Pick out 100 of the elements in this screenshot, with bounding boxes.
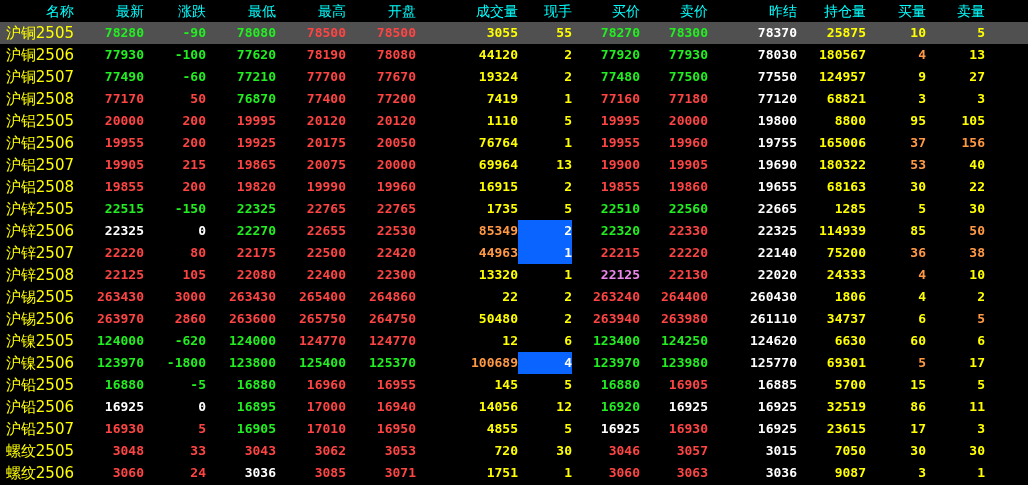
- column-header[interactable]: 卖量: [926, 0, 985, 22]
- table-cell: 77170: [104, 91, 144, 106]
- table-cell: 78500: [306, 25, 346, 40]
- contract-name: 沪铝2508: [5, 178, 74, 196]
- table-cell: 78080: [376, 47, 416, 62]
- table-cell: 3053: [384, 443, 416, 458]
- table-cell: 30: [556, 443, 572, 458]
- table-cell: -5: [190, 377, 206, 392]
- table-cell: 17: [969, 355, 985, 370]
- column-header[interactable]: 最高: [276, 0, 346, 22]
- contract-name: 沪铝2505: [5, 112, 74, 130]
- table-row[interactable]: 沪铜2508 77170 50 76870 77400 77200 7419 1 77160 77180 77120 68821 3 3: [0, 88, 1028, 110]
- table-cell: 4: [918, 47, 926, 62]
- table-row[interactable]: 沪铝2505 20000 200 19995 20120 20120 1110 5 19995 20000 19800 8800 95 105: [0, 110, 1028, 132]
- table-row[interactable]: 沪锌2506 22325 0 22270 22655 22530 85349 2 22320 22330 22325 114939 85 50: [0, 220, 1028, 242]
- table-cell: 77160: [600, 91, 640, 106]
- table-cell: 16960: [306, 377, 346, 392]
- column-header[interactable]: 涨跌: [144, 0, 206, 22]
- table-cell: 20120: [306, 113, 346, 128]
- table-cell: 145: [494, 377, 518, 392]
- column-header[interactable]: 最低: [206, 0, 276, 22]
- table-row[interactable]: 沪铝2507 19905 215 19865 20075 20000 69964 13 19900 19905 19690 180322 53 40: [0, 154, 1028, 176]
- table-cell: 22020: [757, 267, 797, 282]
- table-cell: 19655: [757, 179, 797, 194]
- table-cell: 78300: [668, 25, 708, 40]
- table-cell: -150: [174, 201, 206, 216]
- table-cell: 16950: [376, 421, 416, 436]
- table-cell: 16920: [600, 399, 640, 414]
- column-header[interactable]: 买价: [572, 0, 640, 22]
- table-cell: 6: [918, 311, 926, 326]
- contract-name: 螺纹2505: [5, 442, 74, 460]
- table-cell: 5: [564, 377, 572, 392]
- table-cell: 5700: [834, 377, 866, 392]
- table-cell: 20120: [376, 113, 416, 128]
- table-cell: 19855: [104, 179, 144, 194]
- table-cell: 1: [977, 465, 985, 480]
- table-cell: 78280: [104, 25, 144, 40]
- column-header[interactable]: 卖价: [640, 0, 708, 22]
- table-cell: 38: [969, 245, 985, 260]
- column-header[interactable]: 名称: [0, 0, 74, 22]
- table-row[interactable]: 沪铅2505 16880 -5 16880 16960 16955 145 5 16880 16905 16885 5700 15 5: [0, 374, 1028, 396]
- table-cell: 19990: [306, 179, 346, 194]
- table-row[interactable]: 沪锌2507 22220 80 22175 22500 22420 44963 1 22215 22220 22140 75200 36 38: [0, 242, 1028, 264]
- table-row[interactable]: 沪锡2506 263970 2860 263600 265750 264750 50480 2 263940 263980 261110 34737 6 5: [0, 308, 1028, 330]
- contract-name: 沪锌2506: [5, 222, 74, 240]
- table-cell: 16930: [104, 421, 144, 436]
- table-row[interactable]: 沪铅2507 16930 5 16905 17010 16950 4855 5 16925 16930 16925 23615 17 3: [0, 418, 1028, 440]
- table-cell: 22515: [104, 201, 144, 216]
- table-row[interactable]: 沪铝2506 19955 200 19925 20175 20050 76764 1 19955 19960 19755 165006 37 156: [0, 132, 1028, 154]
- contract-name: 沪铅2507: [5, 420, 74, 438]
- table-cell: 10: [910, 25, 926, 40]
- table-row[interactable]: 沪铝2508 19855 200 19820 19990 19960 16915 2 19855 19860 19655 68163 30 22: [0, 176, 1028, 198]
- table-cell: 22325: [104, 223, 144, 238]
- table-cell: 3048: [112, 443, 144, 458]
- table-cell: 50: [969, 223, 985, 238]
- column-header[interactable]: 昨结: [708, 0, 797, 22]
- table-cell: 3062: [314, 443, 346, 458]
- column-header[interactable]: 最新: [74, 0, 144, 22]
- table-cell: 19925: [236, 135, 276, 150]
- column-header[interactable]: 持仓量: [797, 0, 866, 22]
- table-cell: 13: [556, 157, 572, 172]
- table-cell: 80: [190, 245, 206, 260]
- table-row[interactable]: 螺纹2506 3060 24 3036 3085 3071 1751 1 3060 3063 3036 9087 3 1: [0, 462, 1028, 484]
- table-cell: -60: [182, 69, 206, 84]
- table-cell: 16930: [668, 421, 708, 436]
- table-cell: 264400: [661, 289, 708, 304]
- table-row[interactable]: 沪铅2506 16925 0 16895 17000 16940 14056 12 16920 16925 16925 32519 86 11: [0, 396, 1028, 418]
- table-row[interactable]: 沪锌2508 22125 105 22080 22400 22300 13320 1 22125 22130 22020 24333 4 10: [0, 264, 1028, 286]
- table-cell: 19995: [236, 113, 276, 128]
- contract-name: 沪锡2506: [5, 310, 74, 328]
- table-row[interactable]: 沪锡2505 263430 3000 263430 265400 264860 22 2 263240 264400 260430 1806 4 2: [0, 286, 1028, 308]
- table-cell: 22325: [757, 223, 797, 238]
- table-cell: 36: [910, 245, 926, 260]
- table-cell: 22665: [757, 201, 797, 216]
- column-header[interactable]: 开盘: [346, 0, 416, 22]
- table-cell: 156: [961, 135, 985, 150]
- contract-name: 沪锌2507: [5, 244, 74, 262]
- table-row[interactable]: 沪铜2507 77490 -60 77210 77700 77670 19324 2 77480 77500 77550 124957 9 27: [0, 66, 1028, 88]
- table-cell: 10: [969, 267, 985, 282]
- table-row[interactable]: 沪铜2505 78280 -90 78080 78500 78500 3055 55 78270 78300 78370 25875 10 5: [0, 22, 1028, 44]
- contract-name: 沪铜2508: [5, 90, 74, 108]
- table-cell: 22125: [600, 267, 640, 282]
- contract-name: 沪锡2505: [5, 288, 74, 306]
- table-cell: 263430: [97, 289, 144, 304]
- table-cell: 3060: [112, 465, 144, 480]
- table-row[interactable]: 沪锌2505 22515 -150 22325 22765 22765 1735 5 22510 22560 22665 1285 5 30: [0, 198, 1028, 220]
- table-row[interactable]: 沪镍2506 123970 -1800 123800 125400 125370 100689 4 123970 123980 125770 69301 5 17: [0, 352, 1028, 374]
- table-cell: 215: [182, 157, 206, 172]
- contract-name: 沪铅2505: [5, 376, 74, 394]
- column-header[interactable]: 成交量: [416, 0, 518, 22]
- table-cell: 3: [918, 465, 926, 480]
- table-row[interactable]: 沪镍2505 124000 -620 124000 124770 124770 12 6 123400 124250 124620 6630 60 6: [0, 330, 1028, 352]
- column-header[interactable]: 买量: [866, 0, 926, 22]
- table-cell: 22560: [668, 201, 708, 216]
- column-header[interactable]: 现手: [518, 0, 572, 22]
- table-cell: 24333: [826, 267, 866, 282]
- table-row[interactable]: 螺纹2505 3048 33 3043 3062 3053 720 30 3046 3057 3015 7050 30 30: [0, 440, 1028, 462]
- table-row[interactable]: 沪铜2506 77930 -100 77620 78190 78080 44120 2 77920 77930 78030 180567 4 13: [0, 44, 1028, 66]
- table-cell: 77490: [104, 69, 144, 84]
- table-cell: 4: [918, 267, 926, 282]
